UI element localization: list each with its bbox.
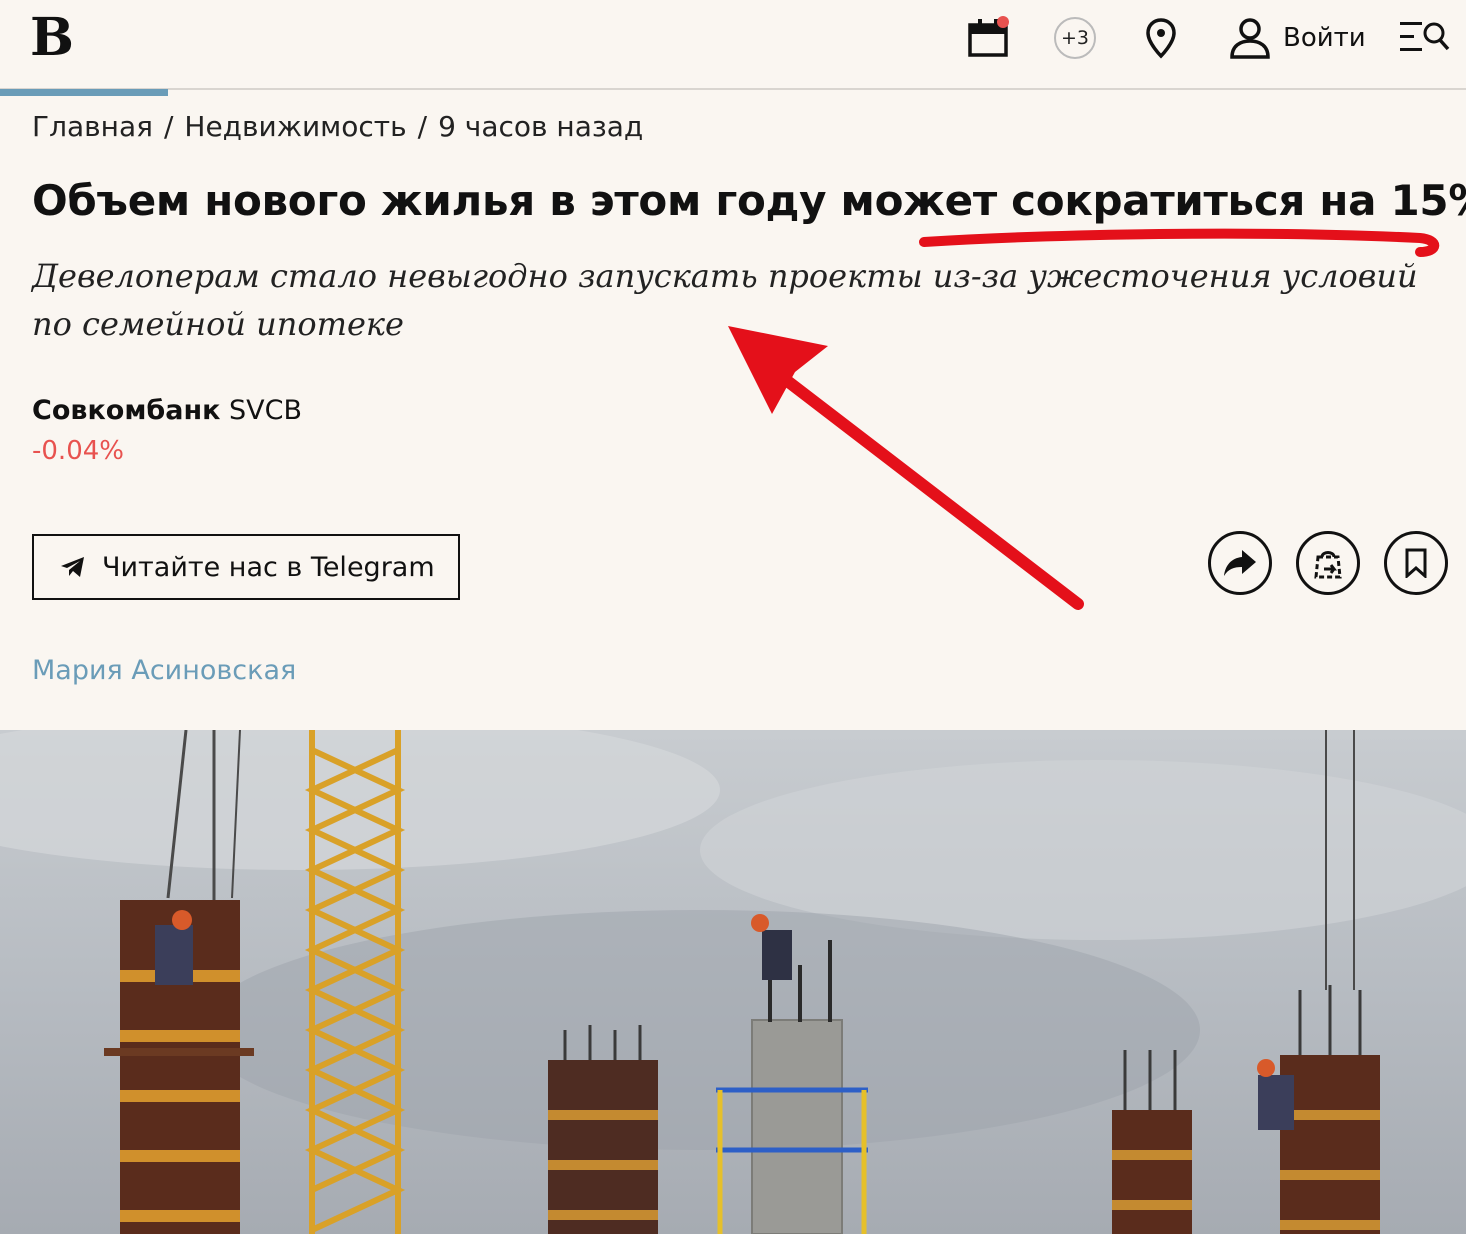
user-icon[interactable] — [1229, 16, 1271, 60]
site-logo[interactable]: В — [30, 6, 74, 70]
telegram-icon — [61, 557, 84, 577]
article-title: Объем нового жилья в этом году может сок… — [32, 176, 1466, 225]
calendar-icon[interactable] — [964, 14, 1012, 60]
breadcrumb-home[interactable]: Главная — [32, 110, 153, 143]
login-link[interactable]: Войти — [1283, 18, 1366, 58]
breadcrumb-section[interactable]: Недвижимость — [184, 110, 406, 143]
breadcrumb-separator: / — [163, 110, 174, 143]
reading-progress-bar — [0, 89, 168, 96]
notifications-badge[interactable]: +3 — [1054, 17, 1096, 59]
share-button[interactable] — [1208, 531, 1272, 595]
annotation-underline — [919, 228, 1440, 257]
breadcrumb-separator: / — [417, 110, 428, 143]
article-photo — [0, 730, 1466, 1234]
location-pin-icon[interactable] — [1145, 17, 1177, 59]
gift-share-icon — [1314, 551, 1342, 579]
telegram-button-label: Читайте нас в Telegram — [102, 551, 435, 583]
share-icon — [1224, 550, 1256, 576]
site-header: В +3 Войти — [0, 0, 1466, 90]
bookmark-button[interactable] — [1384, 531, 1448, 595]
gift-share-button[interactable] — [1296, 531, 1360, 595]
stock-change: -0.04% — [32, 436, 124, 466]
company-name[interactable]: Совкомбанк — [32, 395, 220, 426]
breadcrumb: Главная / Недвижимость / 9 часов назад — [32, 107, 643, 147]
telegram-button[interactable]: Читайте нас в Telegram — [32, 534, 460, 600]
company-ticker: SVCB — [229, 395, 303, 426]
author-link[interactable]: Мария Асиновская — [32, 652, 296, 690]
menu-search-icon[interactable] — [1398, 18, 1452, 56]
breadcrumb-time: 9 часов назад — [438, 110, 644, 143]
company-quote[interactable]: Совкомбанк SVCB — [32, 392, 302, 430]
annotation-arrow — [754, 354, 1084, 610]
article-subtitle: Девелоперам стало невыгодно запускать пр… — [32, 257, 1418, 343]
bookmark-icon — [1405, 548, 1427, 578]
